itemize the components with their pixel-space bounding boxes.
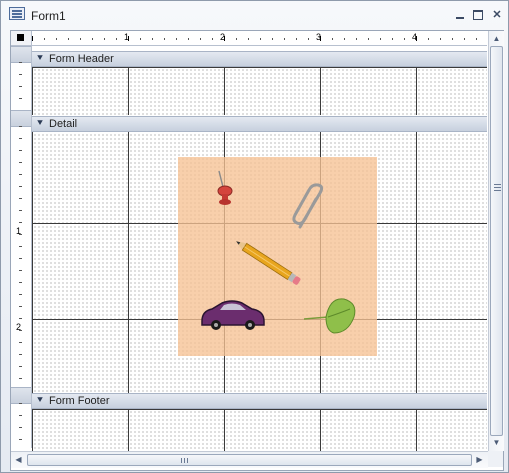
ruler-tick-4: 4 [412,32,418,42]
header-section-selector[interactable] [11,46,31,63]
ruler-segment [11,62,31,110]
design-surface: 1 2 3 4 1 2 ⯆ Form Header ⯆ Detail ⯆ For… [10,30,504,471]
grip-icon [181,458,182,463]
section-selector-icon: ⯆ [36,53,44,64]
section-selector-icon: ⯆ [36,118,44,129]
ruler-tick-3: 3 [316,32,322,42]
vertical-scroll-thumb[interactable] [490,46,503,436]
horizontal-ruler[interactable]: 1 2 3 4 [32,31,487,46]
vruler-tick-2: 2 [16,322,22,332]
ruler-segment [11,126,31,388]
size-grip[interactable] [488,451,503,467]
form-design-window: Form1 1 2 3 4 1 2 ⯆ Form Header [0,0,509,473]
form-footer-grid[interactable] [32,409,487,451]
footer-section-selector[interactable] [11,387,31,404]
detail-bar[interactable]: ⯆ Detail [32,116,487,132]
scroll-left-icon[interactable]: ◀ [12,453,25,466]
pushpin-icon [212,167,238,207]
detail-label: Detail [49,118,78,130]
title-bar[interactable]: Form1 [1,1,508,29]
vruler-tick-1: 1 [16,226,22,236]
grip-icon [187,458,188,463]
ruler-tick-1: 1 [124,32,130,42]
form-icon [9,7,25,20]
pencil-icon [226,237,310,287]
restore-icon[interactable] [471,9,485,21]
form-header-grid[interactable] [32,67,487,115]
form-footer-bar[interactable]: ⯆ Form Footer [32,393,487,409]
grip-icon [494,184,501,185]
vertical-scrollbar[interactable]: ▲ ▼ [488,31,504,451]
detail-section-selector[interactable] [11,110,31,127]
grip-icon [184,458,185,463]
minimize-icon[interactable] [453,9,467,21]
section-selector-icon: ⯆ [36,395,44,406]
grip-icon [494,190,501,191]
ruler-tick-2: 2 [220,32,226,42]
grip-icon [494,187,501,188]
close-icon[interactable] [490,9,504,21]
scroll-down-icon[interactable]: ▼ [490,436,503,449]
scroll-up-icon[interactable]: ▲ [490,32,503,45]
form-header-label: Form Header [49,53,114,65]
horizontal-scrollbar[interactable]: ◀ ▶ [11,451,488,468]
window-title: Form1 [31,9,66,23]
paperclip-icon [292,183,328,233]
scroll-right-icon[interactable]: ▶ [473,453,486,466]
form-footer-label: Form Footer [49,395,110,407]
car-icon [198,297,268,333]
form-selector[interactable] [11,31,32,46]
image-control[interactable] [178,157,377,356]
detail-grid[interactable] [32,132,487,393]
vertical-ruler[interactable]: 1 2 [11,46,32,448]
horizontal-scroll-thumb[interactable] [27,454,472,466]
leaf-icon [300,293,360,337]
ruler-segment [11,403,31,448]
form-header-bar[interactable]: ⯆ Form Header [32,51,487,67]
